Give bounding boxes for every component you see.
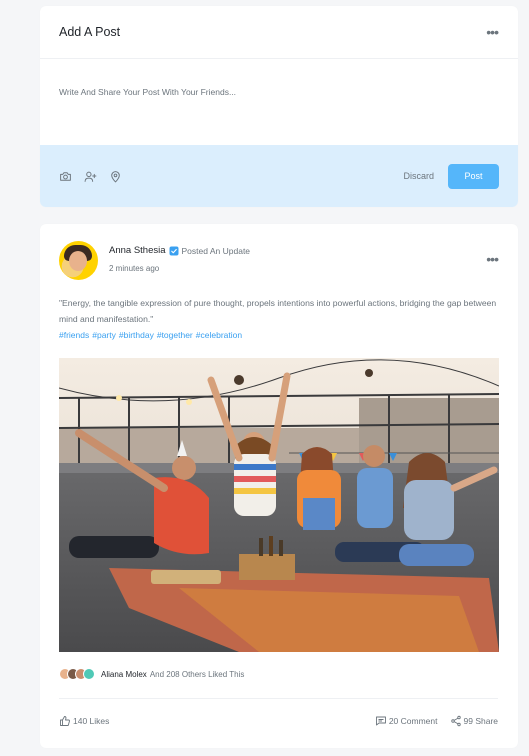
- likes-count: 140 Likes: [73, 716, 110, 726]
- user-plus-icon[interactable]: [84, 170, 97, 183]
- likes-summary: Aliana Molex And 208 Others Liked This: [59, 668, 244, 680]
- feed-post-card: Anna Sthesia Posted An Update 2 minutes …: [40, 224, 518, 748]
- comments-count: 20 Comment: [388, 716, 438, 726]
- hashtag-link[interactable]: #party: [92, 330, 116, 340]
- add-post-title: Add A Post: [59, 25, 121, 39]
- thumbs-up-icon: [60, 716, 70, 726]
- add-post-toolbar: Discard Post: [40, 145, 518, 207]
- hashtag-link[interactable]: #birthday: [119, 330, 154, 340]
- post-stats: 20 Comment 99 Share: [375, 715, 498, 727]
- discard-button[interactable]: Discard: [403, 171, 434, 181]
- camera-icon[interactable]: [59, 170, 72, 183]
- post-tools: [59, 170, 122, 183]
- post-text-input[interactable]: [59, 87, 499, 127]
- comment-icon: [375, 716, 386, 726]
- author-avatar[interactable]: [59, 241, 98, 280]
- hashtag-link[interactable]: #celebration: [196, 330, 242, 340]
- liker-avatars: [59, 668, 95, 680]
- like-button[interactable]: 140 Likes: [59, 715, 109, 727]
- post-photo[interactable]: [59, 358, 499, 652]
- location-pin-icon[interactable]: [109, 170, 122, 183]
- comment-button[interactable]: 20 Comment: [375, 715, 438, 727]
- post-button[interactable]: Post: [448, 163, 499, 189]
- post-actions: Discard Post: [403, 163, 499, 189]
- hashtag-link[interactable]: #together: [157, 330, 193, 340]
- liker-name[interactable]: Aliana Molex: [101, 670, 147, 679]
- post-header: Anna Sthesia Posted An Update 2 minutes …: [59, 241, 499, 281]
- share-icon: [450, 715, 461, 727]
- author-name[interactable]: Anna Sthesia: [109, 245, 166, 256]
- post-more-icon[interactable]: •••: [486, 252, 499, 266]
- author-line: Anna Sthesia Posted An Update: [109, 245, 250, 256]
- add-post-card: Add A Post ••• Discard Post: [40, 6, 518, 207]
- likes-count-text: And 208 Others Liked This: [149, 669, 245, 679]
- hashtag-list: #friends #party #birthday #together #cel…: [59, 330, 242, 340]
- share-button[interactable]: 99 Share: [450, 715, 499, 727]
- verified-badge-icon: [169, 246, 179, 256]
- more-horizontal-icon[interactable]: •••: [486, 25, 499, 39]
- add-post-header: Add A Post •••: [40, 6, 518, 59]
- divider: [59, 698, 498, 699]
- shares-count: 99 Share: [463, 716, 499, 726]
- liker-avatar[interactable]: [83, 668, 95, 680]
- post-action-text: Posted An Update: [181, 245, 251, 256]
- hashtag-link[interactable]: #friends: [59, 330, 89, 340]
- post-timestamp: 2 minutes ago: [109, 264, 160, 273]
- post-text: "Energy, the tangible expression of pure…: [59, 298, 497, 324]
- add-post-body: [40, 59, 518, 145]
- post-footer: 140 Likes 20 Comment 99 Share: [59, 713, 498, 729]
